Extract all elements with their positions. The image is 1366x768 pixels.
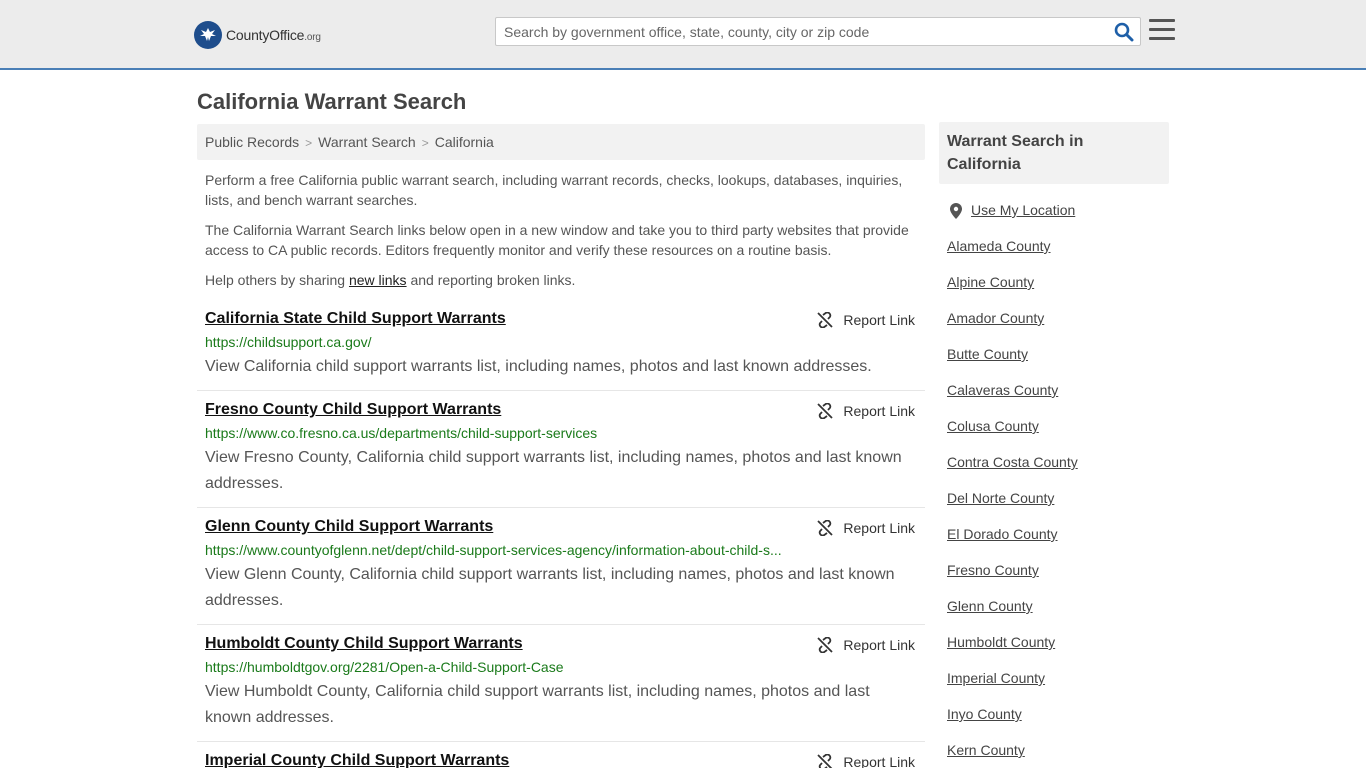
result-description: View Glenn County, California child supp… bbox=[205, 566, 895, 609]
result-url[interactable]: https://humboldtgov.org/2281/Open-a-Chil… bbox=[205, 659, 785, 675]
result-title-link[interactable]: Glenn County Child Support Warrants bbox=[205, 518, 493, 536]
sidebar-item-contra-costa-county[interactable]: Contra Costa County bbox=[947, 453, 1169, 489]
sidebar-item-alpine-county[interactable]: Alpine County bbox=[947, 273, 1169, 309]
sidebar-item-imperial-county[interactable]: Imperial County bbox=[947, 669, 1169, 705]
sidebar-item-glenn-county[interactable]: Glenn County bbox=[947, 597, 1169, 633]
search-box bbox=[495, 17, 1141, 46]
result-item: California State Child Support Warrants … bbox=[197, 300, 925, 391]
breadcrumb-separator: > bbox=[305, 136, 313, 150]
broken-link-icon bbox=[817, 520, 834, 536]
hamburger-menu-icon[interactable] bbox=[1149, 19, 1175, 41]
sidebar-item-colusa-county[interactable]: Colusa County bbox=[947, 417, 1169, 453]
result-title-link[interactable]: California State Child Support Warrants bbox=[205, 310, 506, 328]
sidebar-item-kern-county[interactable]: Kern County bbox=[947, 741, 1169, 768]
sidebar-item-del-norte-county[interactable]: Del Norte County bbox=[947, 489, 1169, 525]
result-description: View Fresno County, California child sup… bbox=[205, 449, 902, 492]
result-url[interactable]: https://www.co.fresno.ca.us/departments/… bbox=[205, 425, 785, 441]
intro-paragraph-3: Help others by sharing new links and rep… bbox=[205, 272, 576, 288]
result-item: Fresno County Child Support Warrants Rep… bbox=[197, 391, 925, 508]
breadcrumb-california[interactable]: California bbox=[435, 134, 494, 150]
broken-link-icon bbox=[817, 754, 833, 768]
sidebar-item-alameda-county[interactable]: Alameda County bbox=[947, 237, 1169, 273]
result-description: View Humboldt County, California child s… bbox=[205, 683, 870, 726]
report-link-button[interactable]: Report Link bbox=[817, 312, 915, 328]
broken-link-icon bbox=[817, 312, 834, 328]
sidebar-item-calaveras-county[interactable]: Calaveras County bbox=[947, 381, 1169, 417]
result-description: View California child support warrants l… bbox=[205, 358, 872, 375]
use-my-location-link[interactable]: Use My Location bbox=[947, 201, 1169, 237]
result-url[interactable]: https://www.countyofglenn.net/dept/child… bbox=[205, 542, 785, 558]
sidebar-heading: Warrant Search in California bbox=[939, 122, 1169, 184]
search-input[interactable] bbox=[496, 18, 1106, 45]
report-link-button[interactable]: Report Link bbox=[817, 403, 915, 419]
sidebar-item-butte-county[interactable]: Butte County bbox=[947, 345, 1169, 381]
result-item: Glenn County Child Support Warrants Repo… bbox=[197, 508, 925, 625]
result-url[interactable]: https://childsupport.ca.gov/ bbox=[205, 334, 785, 350]
report-link-button[interactable]: Report Link bbox=[817, 520, 915, 536]
sidebar-item-humboldt-county[interactable]: Humboldt County bbox=[947, 633, 1169, 669]
logo-text: CountyOffice.org bbox=[226, 27, 321, 43]
result-item: Humboldt County Child Support Warrants R… bbox=[197, 625, 925, 742]
result-title-link[interactable]: Humboldt County Child Support Warrants bbox=[205, 635, 523, 653]
result-title-link[interactable]: Imperial County Child Support Warrants bbox=[205, 752, 509, 768]
page-title: California Warrant Search bbox=[197, 89, 467, 114]
report-link-button[interactable]: Report Link bbox=[817, 637, 915, 653]
intro-paragraph-2: The California Warrant Search links belo… bbox=[205, 222, 909, 258]
sidebar-item-amador-county[interactable]: Amador County bbox=[947, 309, 1169, 345]
sidebar-item-fresno-county[interactable]: Fresno County bbox=[947, 561, 1169, 597]
breadcrumb-public-records[interactable]: Public Records bbox=[205, 134, 299, 150]
result-title-link[interactable]: Fresno County Child Support Warrants bbox=[205, 401, 501, 419]
search-icon[interactable] bbox=[1114, 22, 1134, 42]
broken-link-icon bbox=[817, 637, 834, 653]
map-pin-icon bbox=[950, 203, 962, 219]
new-links-link[interactable]: new links bbox=[349, 272, 407, 288]
sidebar-county-list: Use My Location Alameda County Alpine Co… bbox=[947, 201, 1169, 768]
sidebar-item-el-dorado-county[interactable]: El Dorado County bbox=[947, 525, 1169, 561]
broken-link-icon bbox=[817, 403, 834, 419]
result-item: Imperial County Child Support Warrants R… bbox=[197, 742, 925, 768]
breadcrumb-separator: > bbox=[421, 136, 429, 150]
breadcrumb-warrant-search[interactable]: Warrant Search bbox=[318, 134, 416, 150]
site-logo[interactable]: CountyOffice.org bbox=[194, 21, 321, 49]
eagle-seal-icon bbox=[194, 21, 222, 49]
breadcrumb: Public Records > Warrant Search > California bbox=[197, 124, 925, 160]
sidebar-item-inyo-county[interactable]: Inyo County bbox=[947, 705, 1169, 741]
results-list: California State Child Support Warrants … bbox=[197, 300, 925, 768]
intro-paragraph-1: Perform a free California public warrant… bbox=[205, 172, 903, 208]
report-link-button[interactable]: Report Link bbox=[817, 754, 915, 768]
site-header: CountyOffice.org bbox=[0, 0, 1366, 70]
